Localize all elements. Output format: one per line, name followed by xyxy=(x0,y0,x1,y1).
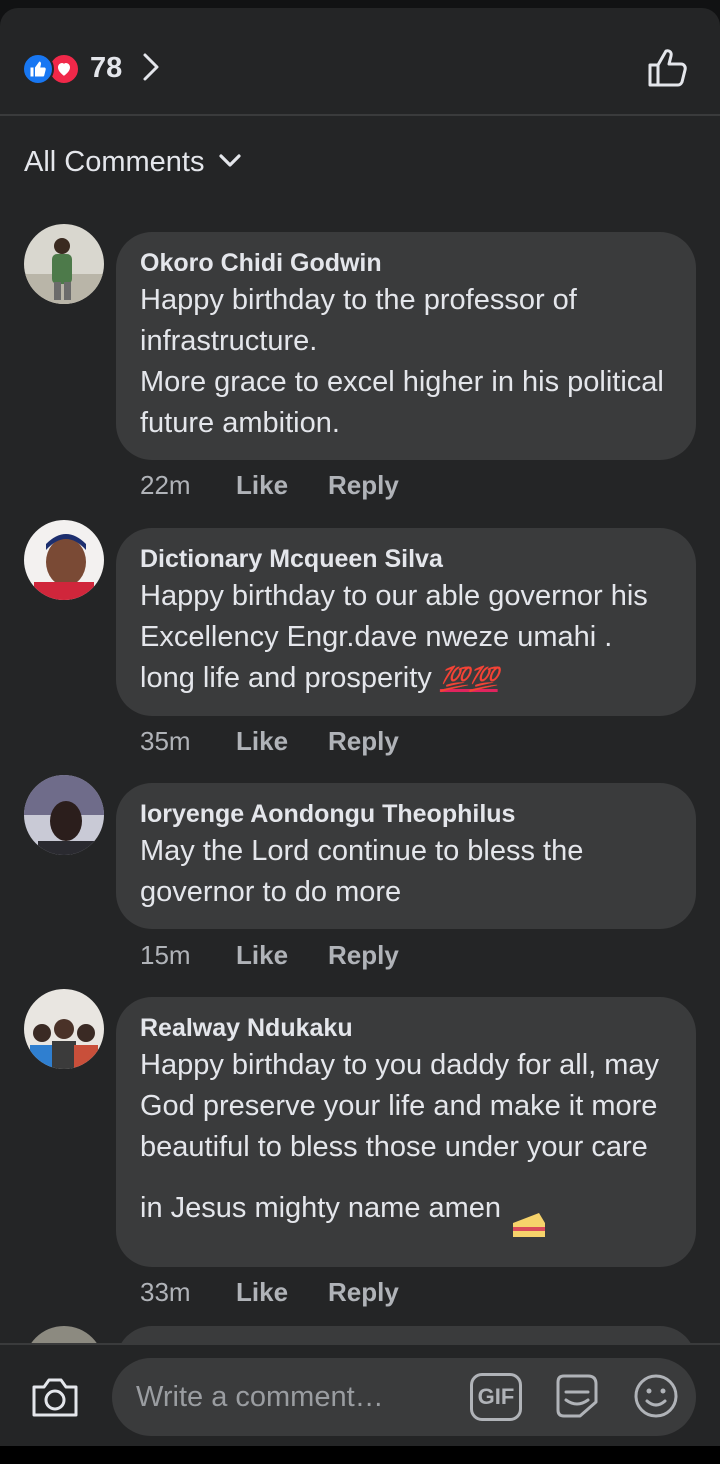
comment-actions: 33m Like Reply xyxy=(140,1277,439,1308)
comment-text-body: Happy birthday to our able governor his … xyxy=(140,580,648,694)
gif-label: GIF xyxy=(477,1384,515,1409)
avatar[interactable] xyxy=(24,775,104,855)
comment-actions: 35m Like Reply xyxy=(140,726,439,757)
reply-button[interactable]: Reply xyxy=(328,470,399,501)
status-strip xyxy=(0,0,720,8)
comment-actions: 15m Like Reply xyxy=(140,940,439,971)
like-button[interactable]: Like xyxy=(236,940,288,971)
reactions-header: 78 xyxy=(0,8,720,116)
camera-icon[interactable] xyxy=(30,1375,80,1424)
like-button[interactable]: Like xyxy=(236,470,288,501)
comment-bubble[interactable]: Okoro Chidi Godwin Happy birthday to the… xyxy=(116,232,696,460)
comment-bubble[interactable]: Realway Ndukaku Happy birthday to you da… xyxy=(116,997,696,1267)
gif-icon[interactable]: GIF xyxy=(470,1373,522,1421)
comment-time: 15m xyxy=(140,940,191,970)
reply-button[interactable]: Reply xyxy=(328,726,399,757)
comment-bubble[interactable]: Dictionary Mcqueen Silva Happy birthday … xyxy=(116,528,696,716)
comment-sort-dropdown[interactable]: All Comments xyxy=(24,146,241,179)
comment-text: May the Lord continue to bless the gover… xyxy=(140,835,584,908)
comment-time: 35m xyxy=(140,726,191,756)
comment-time: 33m xyxy=(140,1277,191,1307)
comment-input-container: GIF xyxy=(112,1358,696,1436)
comment-bubble[interactable]: Ioryenge Aondongu Theophilus May the Lor… xyxy=(116,783,696,929)
thumbs-up-icon[interactable] xyxy=(646,46,690,95)
comment-author[interactable]: Ioryenge Aondongu Theophilus xyxy=(140,797,672,831)
avatar[interactable] xyxy=(24,989,104,1069)
emoji-icon[interactable] xyxy=(632,1372,680,1425)
like-button[interactable]: Like xyxy=(236,1277,288,1308)
comment-author[interactable]: Realway Ndukaku xyxy=(140,1011,672,1045)
comment-text: Happy birthday to the professor of infra… xyxy=(140,284,664,439)
hundred-points-icon: 💯💯 xyxy=(439,666,499,693)
navigation-bar xyxy=(0,1446,720,1464)
like-reaction-icon xyxy=(22,52,54,85)
reply-button[interactable]: Reply xyxy=(328,940,399,971)
comment-composer: GIF xyxy=(0,1343,720,1446)
comments-sheet: 78 All Comments Okoro Chidi Godwin Happy… xyxy=(0,8,720,1446)
comment-input[interactable] xyxy=(136,1372,456,1422)
reply-button[interactable]: Reply xyxy=(328,1277,399,1308)
avatar[interactable] xyxy=(24,520,104,600)
like-button[interactable]: Like xyxy=(236,726,288,757)
comment-author[interactable]: Okoro Chidi Godwin xyxy=(140,246,672,280)
comment-text-body: Happy birthday to you daddy for all, may… xyxy=(140,1049,660,1225)
comment-author[interactable]: Dictionary Mcqueen Silva xyxy=(140,542,672,576)
reaction-count: 78 xyxy=(90,52,123,84)
reactions-summary[interactable]: 78 xyxy=(22,50,160,87)
sort-label: All Comments xyxy=(24,146,205,178)
comment-text: Happy birthday to our able governor his … xyxy=(140,576,672,700)
comment-text: Happy birthday to you daddy for all, may… xyxy=(140,1045,672,1251)
avatar[interactable] xyxy=(24,224,104,304)
chevron-right-icon xyxy=(142,52,160,87)
cake-icon xyxy=(509,1168,549,1251)
comment-actions: 22m Like Reply xyxy=(140,470,439,501)
chevron-down-icon xyxy=(218,154,241,173)
comment-time: 22m xyxy=(140,470,191,500)
sticker-icon[interactable] xyxy=(552,1372,600,1425)
